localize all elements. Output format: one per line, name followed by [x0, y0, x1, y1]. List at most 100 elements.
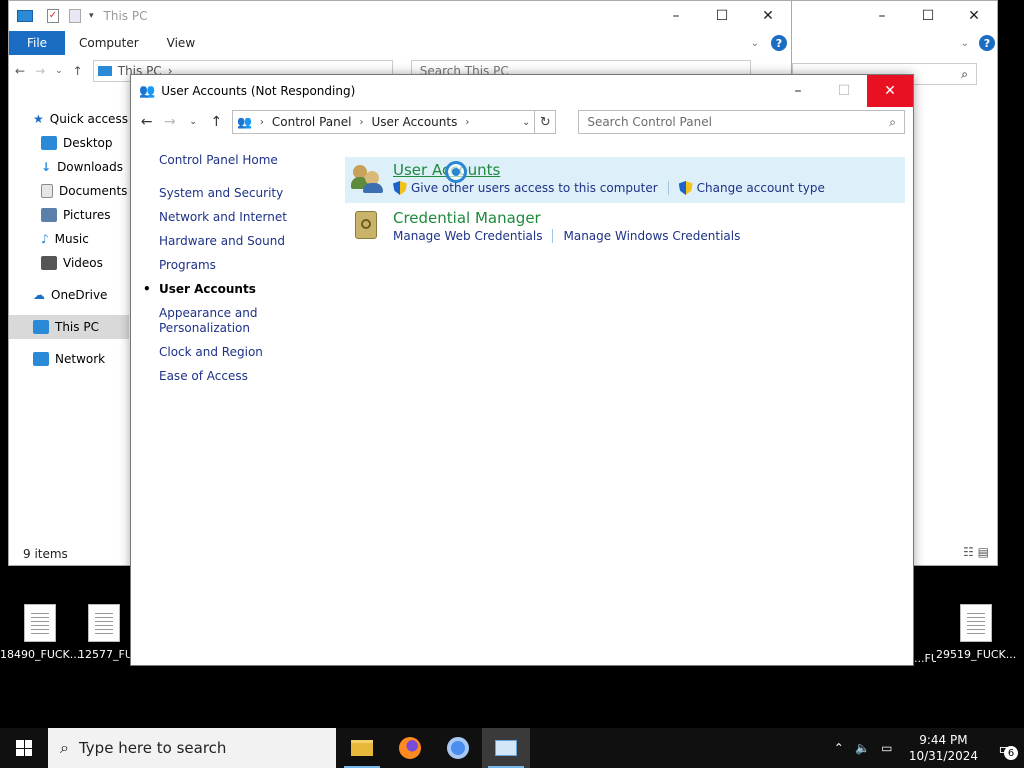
- desktop-file-icon-4[interactable]: 29519_FUCK...: [936, 604, 1016, 661]
- nav-item-music[interactable]: ♪ Music: [9, 227, 129, 251]
- taskbar-search-box[interactable]: ⌕ Type here to search: [48, 728, 336, 768]
- nav-item-this-pc[interactable]: This PC: [9, 315, 129, 339]
- close-button[interactable]: ✕: [745, 1, 791, 31]
- change-account-type-link[interactable]: Change account type: [697, 181, 825, 195]
- cursor-indicator: [445, 161, 467, 183]
- give-access-link[interactable]: Give other users access to this computer: [411, 181, 658, 195]
- minimize-button[interactable]: –: [775, 75, 821, 107]
- nav-item-onedrive[interactable]: ☁ OneDrive: [9, 283, 129, 307]
- window-title: This PC: [103, 9, 148, 23]
- close-button[interactable]: ✕: [951, 1, 997, 31]
- help-icon[interactable]: ?: [771, 35, 787, 51]
- maximize-button[interactable]: ☐: [821, 75, 867, 107]
- document-icon: [88, 604, 120, 642]
- link-network-internet[interactable]: Network and Internet: [159, 210, 339, 225]
- desktop-file-icon-2[interactable]: 12577_FU: [78, 604, 130, 661]
- volume-muted-icon[interactable]: 🔈: [851, 741, 875, 755]
- category-credential-manager[interactable]: Credential Manager Manage Web Credential…: [345, 205, 905, 251]
- taskbar-firefox[interactable]: [386, 728, 434, 768]
- clock[interactable]: 9:44 PM 10/31/2024: [899, 732, 988, 764]
- up-arrow-icon[interactable]: ↑: [73, 64, 83, 78]
- firefox-icon: [399, 737, 421, 759]
- link-clock-region[interactable]: Clock and Region: [159, 345, 339, 360]
- credential-manager-title-link[interactable]: Credential Manager: [393, 209, 740, 227]
- ribbon-expand-icon[interactable]: ⌄: [751, 38, 759, 49]
- properties-icon[interactable]: ✓: [47, 9, 59, 23]
- view-toggle-icons[interactable]: ☷ ▤: [963, 545, 989, 559]
- computer-icon: [97, 66, 112, 76]
- back-arrow-icon[interactable]: ←: [15, 64, 25, 78]
- breadcrumb-control-panel[interactable]: Control Panel: [272, 115, 352, 129]
- nav-item-quick-access[interactable]: ★ Quick access: [9, 107, 129, 131]
- cp-search-input[interactable]: Search Control Panel ⌕: [578, 110, 905, 134]
- clock-time: 9:44 PM: [919, 733, 968, 747]
- control-panel-window[interactable]: 👥 User Accounts (Not Responding) – ☐ ✕ ←…: [130, 74, 914, 666]
- search-icon: ⌕: [889, 114, 896, 129]
- link-control-panel-home[interactable]: Control Panel Home: [159, 153, 339, 168]
- maximize-button[interactable]: ☐: [699, 1, 745, 31]
- link-user-accounts-current: User Accounts: [143, 282, 339, 297]
- cp-nav-bar: ← → ⌄ ↑ 👥 › Control Panel › User Account…: [131, 107, 913, 137]
- tab-view[interactable]: View: [153, 36, 209, 50]
- category-user-accounts[interactable]: User Accounts Give other users access to…: [345, 157, 905, 203]
- up-arrow-icon[interactable]: ↑: [209, 114, 224, 130]
- close-button[interactable]: ✕: [867, 75, 913, 107]
- nav-item-videos[interactable]: Videos: [9, 251, 129, 275]
- link-appearance-personalization[interactable]: Appearance and Personalization: [159, 306, 259, 336]
- nav-item-network[interactable]: Network: [9, 347, 129, 371]
- recent-dropdown-icon[interactable]: ⌄: [185, 117, 200, 127]
- link-system-security[interactable]: System and Security: [159, 186, 339, 201]
- maximize-button[interactable]: ☐: [905, 1, 951, 31]
- explorer-titlebar[interactable]: ✓ ▾ This PC – ☐ ✕: [9, 1, 791, 31]
- document-icon: [24, 604, 56, 642]
- ribbon-expand-icon[interactable]: ⌄: [961, 38, 969, 49]
- manage-windows-credentials-link[interactable]: Manage Windows Credentials: [563, 229, 740, 243]
- refresh-icon[interactable]: ↻: [535, 110, 557, 134]
- cp-titlebar[interactable]: 👥 User Accounts (Not Responding) – ☐ ✕: [131, 75, 913, 107]
- breadcrumb-user-accounts[interactable]: User Accounts: [371, 115, 457, 129]
- taskbar-chromium[interactable]: [434, 728, 482, 768]
- minimize-button[interactable]: –: [653, 1, 699, 31]
- taskbar-file-explorer[interactable]: [338, 728, 386, 768]
- link-ease-of-access[interactable]: Ease of Access: [159, 369, 339, 384]
- new-folder-icon[interactable]: [69, 9, 81, 23]
- cp-address-bar[interactable]: 👥 › Control Panel › User Accounts › ⌄: [231, 110, 536, 134]
- tab-file[interactable]: File: [9, 31, 65, 55]
- taskbar-control-panel[interactable]: [482, 728, 530, 768]
- minimize-button[interactable]: –: [859, 1, 905, 31]
- back-arrow-icon[interactable]: ←: [139, 114, 154, 130]
- chevron-up-icon[interactable]: ⌃: [827, 741, 851, 755]
- network-icon: [33, 352, 49, 366]
- nav-item-downloads[interactable]: ↓ Downloads: [9, 155, 129, 179]
- windows-logo-icon: [16, 740, 32, 756]
- cp-main-content: User Accounts Give other users access to…: [345, 157, 905, 251]
- manage-web-credentials-link[interactable]: Manage Web Credentials: [393, 229, 542, 243]
- desktop-file-icon-1[interactable]: 18490_FUCK...: [0, 604, 80, 661]
- nav-item-documents[interactable]: Documents: [9, 179, 129, 203]
- computer-icon: [17, 10, 33, 22]
- cloud-icon: ☁: [33, 288, 45, 302]
- chromium-icon: [447, 737, 469, 759]
- credential-manager-icon: [351, 209, 383, 241]
- nav-item-pictures[interactable]: Pictures: [9, 203, 129, 227]
- notification-center-button[interactable]: ▭ 6: [988, 728, 1024, 768]
- help-icon[interactable]: ?: [979, 35, 995, 51]
- folder-icon: [351, 740, 373, 756]
- qat-dropdown-icon[interactable]: ▾: [89, 11, 94, 21]
- forward-arrow-icon[interactable]: →: [35, 64, 45, 78]
- address-dropdown-icon[interactable]: ⌄: [522, 117, 530, 128]
- download-arrow-icon: ↓: [41, 160, 52, 174]
- network-disconnected-icon[interactable]: ▭: [875, 741, 899, 755]
- start-button[interactable]: [0, 728, 48, 768]
- nav-item-desktop[interactable]: Desktop: [9, 131, 129, 155]
- recent-dropdown-icon[interactable]: ⌄: [55, 66, 63, 76]
- forward-arrow-icon[interactable]: →: [162, 114, 177, 130]
- search-icon[interactable]: ⌕: [961, 67, 968, 82]
- desktop-file-icon-3[interactable]: ...FUCK...: [914, 604, 936, 665]
- user-accounts-icon: 👥: [139, 83, 156, 99]
- star-icon: ★: [33, 112, 44, 126]
- link-programs[interactable]: Programs: [159, 258, 339, 273]
- window-title: User Accounts (Not Responding): [161, 84, 356, 98]
- link-hardware-sound[interactable]: Hardware and Sound: [159, 234, 339, 249]
- tab-computer[interactable]: Computer: [65, 36, 153, 50]
